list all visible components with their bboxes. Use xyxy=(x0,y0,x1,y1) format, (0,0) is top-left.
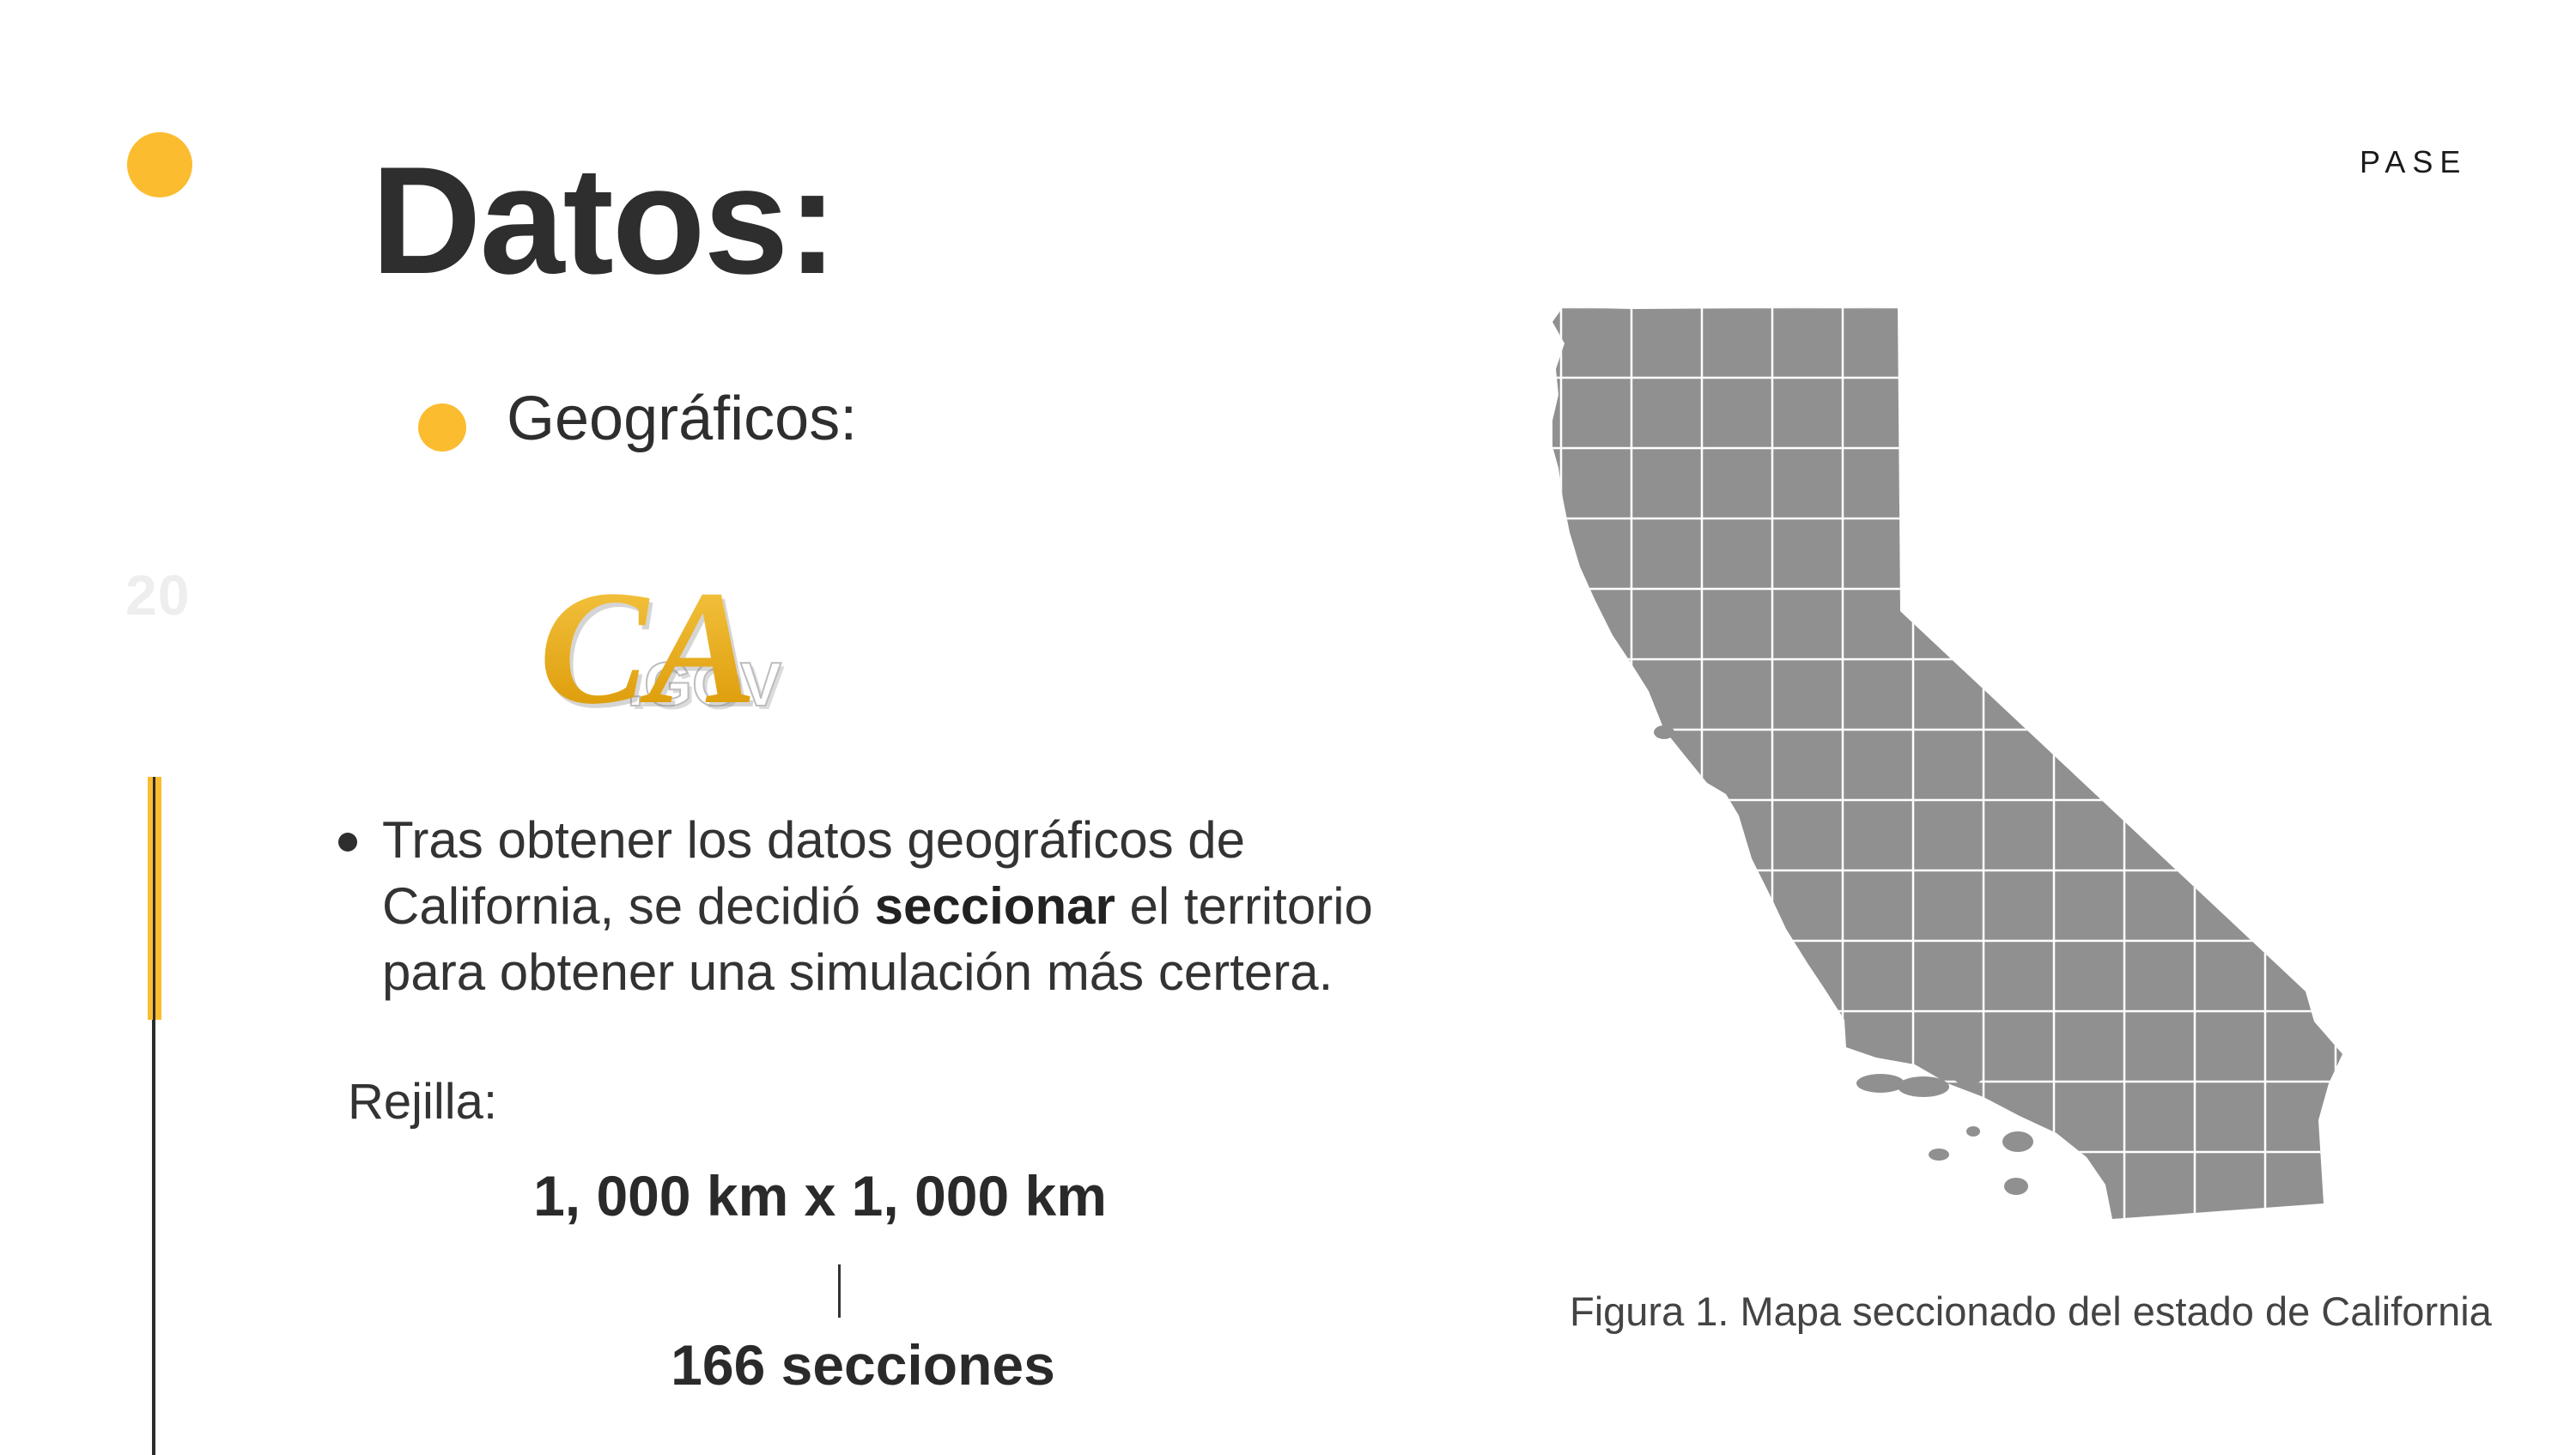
section-heading: Geográficos: xyxy=(507,385,858,453)
island xyxy=(2002,1131,2033,1152)
california-sectioned-map xyxy=(1552,307,2342,1219)
island xyxy=(2004,1178,2028,1195)
island xyxy=(1898,1076,1949,1097)
grid-size: 1, 000 km x 1, 000 km xyxy=(533,1164,1107,1228)
section-bullet-dot xyxy=(418,403,466,452)
logo-main-text: CA xyxy=(539,558,756,737)
page-number: 20 xyxy=(125,563,191,627)
figure-caption: Figura 1. Mapa seccionado del estado de … xyxy=(1570,1288,2492,1334)
sections-count: 166 secciones xyxy=(671,1333,1055,1397)
grid-label: Rejilla: xyxy=(348,1074,498,1130)
island xyxy=(1954,1071,1982,1085)
island xyxy=(1929,1149,1949,1161)
paragraph-bullet xyxy=(338,833,357,852)
island xyxy=(1654,725,1674,739)
island xyxy=(1856,1074,1905,1093)
paragraph-bold-text: seccionar xyxy=(874,877,1115,935)
accent-dot xyxy=(127,132,192,197)
grid-divider xyxy=(838,1264,841,1318)
rail-accent-line xyxy=(153,777,155,1020)
ca-gov-logo: .GOV .GOV CA CA xyxy=(539,558,785,737)
slide-title: Datos: xyxy=(371,135,838,306)
brand-label: PASE xyxy=(2360,144,2468,179)
description-paragraph: Tras obtener los datos geográficos de Ca… xyxy=(382,807,1447,1005)
island xyxy=(1966,1126,1980,1137)
